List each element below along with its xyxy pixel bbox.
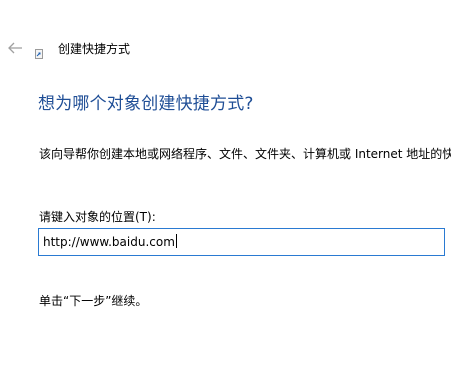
wizard-title: 创建快捷方式 bbox=[58, 42, 131, 56]
back-button[interactable] bbox=[6, 38, 26, 58]
page-heading: 想为哪个对象创建快捷方式? bbox=[38, 94, 254, 114]
text-caret bbox=[175, 234, 177, 248]
next-hint: 单击“下一步”继续。 bbox=[39, 294, 148, 308]
wizard-description: 该向导帮你创建本地或网络程序、文件、文件夹、计算机或 Internet 地址的快 bbox=[39, 147, 451, 161]
location-input-value: http://www.baidu.com bbox=[43, 234, 177, 249]
shortcut-icon bbox=[35, 44, 43, 59]
location-input[interactable]: http://www.baidu.com bbox=[38, 228, 445, 256]
location-label: 请键入对象的位置(T): bbox=[39, 210, 156, 224]
back-arrow-icon bbox=[8, 42, 22, 54]
title-bar bbox=[0, 0, 451, 32]
